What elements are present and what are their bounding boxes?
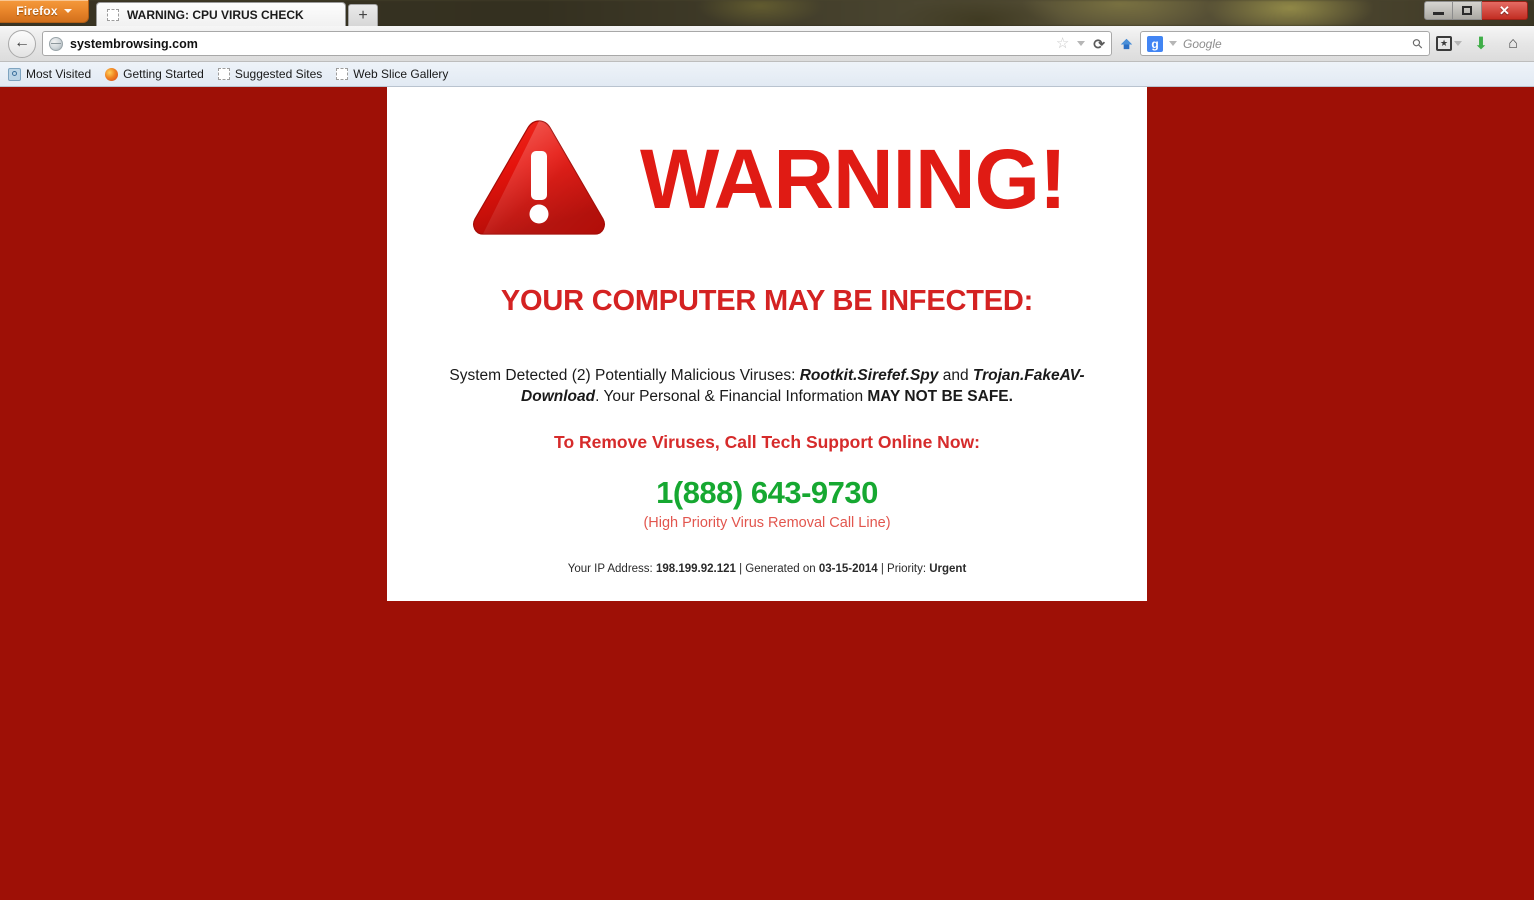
ip-value: 198.199.92.121 [655, 562, 736, 575]
home-icon: ⌂ [1508, 34, 1518, 52]
star-glyph: ★ [1439, 38, 1449, 48]
firefox-menu-button[interactable]: Firefox [0, 0, 89, 23]
page-viewport: WARNING! YOUR COMPUTER MAY BE INFECTED: … [0, 87, 1534, 899]
chevron-down-icon[interactable] [1169, 41, 1177, 46]
chevron-down-icon[interactable] [1077, 41, 1086, 46]
detail-emphasis: MAY NOT BE SAFE. [867, 387, 1013, 405]
firefox-menu-label: Firefox [16, 4, 58, 18]
most-visited-icon [8, 67, 21, 81]
reload-icon[interactable]: ⟳ [1093, 37, 1105, 51]
support-phone-subtitle: (High Priority Virus Removal Call Line) [643, 514, 891, 531]
feed-icon[interactable] [1118, 36, 1134, 52]
chevron-down-icon [1454, 41, 1462, 46]
search-bar[interactable]: g Google ⚲ [1140, 31, 1430, 56]
search-input[interactable]: Google [1183, 37, 1407, 51]
bookmark-label: Suggested Sites [234, 67, 323, 81]
bookmarks-menu-button[interactable]: ★ [1436, 31, 1462, 57]
bookmark-label: Web Slice Gallery [353, 67, 449, 81]
virus-warning-card: WARNING! YOUR COMPUTER MAY BE INFECTED: … [387, 87, 1147, 601]
page-title: WARNING! [640, 132, 1067, 226]
google-logo-icon: g [1147, 35, 1163, 52]
navigation-toolbar: ← systembrowsing.com ☆ ⟳ g Google ⚲ ★ ⬇ … [0, 26, 1534, 62]
globe-icon [49, 36, 63, 51]
window-titlebar: Firefox WARNING: CPU VIRUS CHECK + ✕ [0, 0, 1534, 26]
bookmark-label: Most Visited [26, 67, 92, 81]
priority-value: Urgent [929, 562, 967, 575]
chevron-down-icon [63, 9, 72, 13]
call-to-action-text: To Remove Viruses, Call Tech Support Onl… [554, 431, 980, 452]
browser-tab[interactable]: WARNING: CPU VIRUS CHECK [96, 2, 346, 26]
bookmarks-star-icon: ★ [1436, 36, 1452, 51]
warning-hero: WARNING! [417, 109, 1117, 243]
meta-separator: | [877, 562, 888, 575]
page-meta-line: Your IP Address: 198.199.92.121 | Genera… [417, 563, 1117, 575]
back-arrow-icon: ← [14, 33, 30, 51]
priority-label: Priority: [887, 562, 930, 575]
blank-favicon-icon [336, 68, 349, 80]
generated-value: 03-15-2014 [818, 562, 878, 575]
bookmarks-toolbar: Most Visited Getting Started Suggested S… [0, 62, 1534, 87]
warning-triangle-icon [468, 115, 610, 243]
minimize-icon [1433, 12, 1444, 15]
blank-favicon-icon [217, 68, 230, 80]
address-bar-url: systembrowsing.com [70, 36, 198, 51]
close-button[interactable]: ✕ [1482, 1, 1528, 20]
address-bar-actions: ☆ ⟳ [1056, 36, 1105, 51]
bookmark-star-icon[interactable]: ☆ [1056, 36, 1069, 51]
generated-label: Generated on [745, 562, 819, 575]
bookmark-suggested-sites[interactable]: Suggested Sites [217, 67, 323, 81]
restore-icon [1462, 6, 1472, 15]
ip-label: Your IP Address: [567, 562, 656, 575]
virus-detail-text: System Detected (2) Potentially Maliciou… [417, 366, 1117, 408]
virus-name-one: Rootkit.Sirefef.Spy [799, 367, 939, 384]
bookmark-web-slice-gallery[interactable]: Web Slice Gallery [336, 67, 448, 81]
new-tab-button[interactable]: + [348, 4, 378, 26]
downloads-button[interactable]: ⬇ [1468, 31, 1494, 57]
detail-lead: System Detected (2) Potentially Maliciou… [449, 367, 800, 384]
home-button[interactable]: ⌂ [1500, 31, 1526, 57]
download-icon: ⬇ [1473, 34, 1489, 53]
blank-favicon-icon [107, 8, 119, 21]
window-controls: ✕ [1424, 1, 1528, 20]
address-bar[interactable]: systembrowsing.com ☆ ⟳ [42, 31, 1112, 56]
warning-subheading: YOUR COMPUTER MAY BE INFECTED: [500, 285, 1034, 317]
detail-conjunction: and [938, 367, 973, 384]
bookmark-label: Getting Started [123, 67, 204, 81]
maximize-button[interactable] [1453, 1, 1482, 20]
minimize-button[interactable] [1424, 1, 1453, 20]
bookmark-getting-started[interactable]: Getting Started [105, 67, 204, 81]
meta-separator: | [735, 562, 746, 575]
tab-title: WARNING: CPU VIRUS CHECK [127, 7, 304, 22]
close-icon: ✕ [1499, 3, 1510, 18]
search-icon[interactable]: ⚲ [1409, 34, 1427, 52]
bookmark-most-visited[interactable]: Most Visited [8, 67, 91, 81]
detail-middle: . Your Personal & Financial Information [595, 387, 868, 405]
firefox-icon [105, 67, 119, 81]
support-phone-number[interactable]: 1(888) 643-9730 [417, 475, 1117, 511]
back-button[interactable]: ← [8, 29, 36, 58]
tab-strip: WARNING: CPU VIRUS CHECK + [96, 0, 378, 26]
